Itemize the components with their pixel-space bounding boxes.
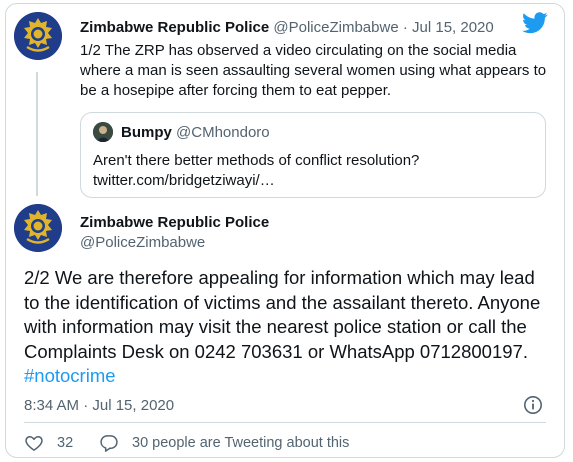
actions-divider [24, 422, 546, 423]
zrp-badge-logo [14, 12, 62, 60]
tweet2-author-name[interactable]: Zimbabwe Republic Police [80, 214, 269, 232]
zrp-avatar-2[interactable] [14, 204, 62, 252]
bumpy-avatar [93, 122, 113, 142]
tweeting-about-label: 30 people are Tweeting about this [132, 435, 350, 451]
like-button[interactable]: 32 [24, 432, 73, 454]
notocrime-hashtag-link[interactable]: #notocrime [24, 365, 116, 386]
tweet1-date[interactable]: Jul 15, 2020 [412, 19, 494, 36]
tweet1-author-name[interactable]: Zimbabwe Republic Police [80, 19, 269, 36]
tweet1-text: 1/2 The ZRP has observed a video circula… [80, 42, 547, 99]
quoted-header: Bumpy @CMhondoro [121, 124, 270, 142]
quoted-text-line1: Aren't there better methods of conflict … [93, 152, 420, 169]
tweeting-about-button[interactable]: 30 people are Tweeting about this [99, 432, 349, 454]
tweet2-text: 2/2 We are therefore appealing for infor… [24, 266, 554, 389]
tweet1-separator: · [402, 19, 408, 36]
speech-bubble-icon [100, 435, 118, 452]
zrp-avatar[interactable] [14, 12, 62, 60]
quoted-author-handle: @CMhondoro [176, 124, 270, 141]
like-count: 32 [57, 435, 74, 451]
thread-connector-line [36, 72, 38, 196]
twitter-bird-icon[interactable] [522, 12, 548, 34]
tweet2-text-body: 2/2 We are therefore appealing for infor… [24, 267, 541, 362]
quoted-text: Aren't there better methods of conflict … [93, 151, 533, 191]
tweet1-header: Zimbabwe Republic Police @PoliceZimbabwe… [80, 19, 494, 37]
zrp-badge-logo-2 [14, 204, 62, 252]
heart-icon [25, 436, 43, 451]
quoted-link[interactable]: twitter.com/bridgetziwayi/… [93, 171, 533, 191]
tweet-card: Zimbabwe Republic Police @PoliceZimbabwe… [5, 3, 565, 458]
quoted-author-name: Bumpy [121, 124, 172, 141]
tweet2-author-handle[interactable]: @PoliceZimbabwe [80, 234, 205, 252]
tweet2-timestamp[interactable]: 8:34 AM · Jul 15, 2020 [24, 397, 174, 415]
info-icon[interactable] [523, 395, 543, 415]
quoted-tweet[interactable]: Bumpy @CMhondoro Aren't there better met… [80, 112, 546, 198]
tweet1-author-handle[interactable]: @PoliceZimbabwe [273, 19, 398, 36]
